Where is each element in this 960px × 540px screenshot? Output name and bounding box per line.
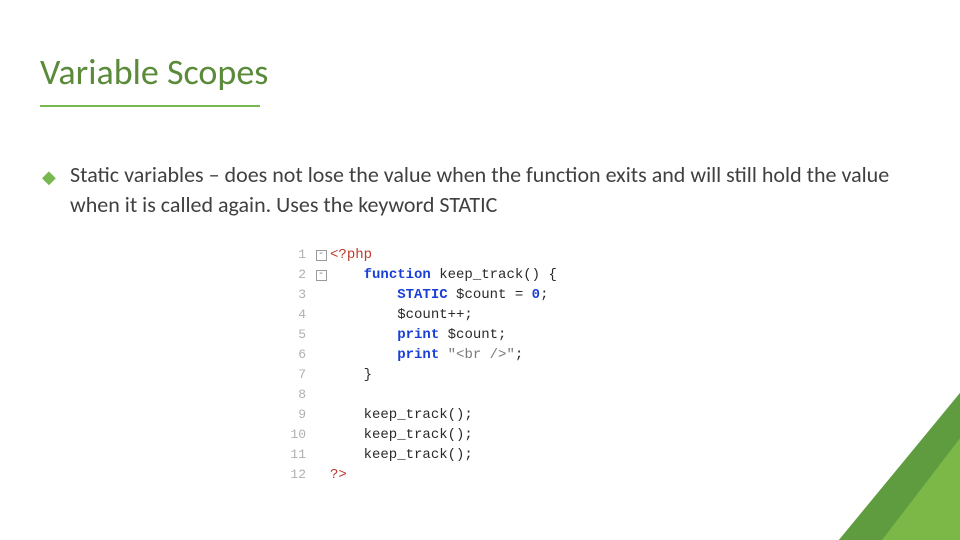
code-text: <?php [330,245,372,265]
slide-title: Variable Scopes [40,50,268,94]
decorative-corner-graphic [660,240,960,540]
line-number: 12 [280,465,312,485]
code-text: function keep_track() { [330,265,557,285]
code-text: STATIC $count = 0; [330,285,548,305]
code-line: 9 keep_track(); [280,405,680,425]
line-number: 4 [280,305,312,325]
code-text: print "<br />"; [330,345,523,365]
code-text: keep_track(); [330,405,473,425]
code-line: 8 [280,385,680,405]
code-text: keep_track(); [330,445,473,465]
line-number: 8 [280,385,312,405]
code-text: } [330,365,372,385]
bullet-arrow-icon: ◆ [42,166,56,188]
line-number: 2 [280,265,312,285]
code-line: 10 keep_track(); [280,425,680,445]
code-line: 5 print $count; [280,325,680,345]
slide: Variable Scopes ◆ Static variables – doe… [0,0,960,540]
line-number: 10 [280,425,312,445]
line-number: 1 [280,245,312,265]
code-line: 3 STATIC $count = 0; [280,285,680,305]
code-line: 1-<?php [280,245,680,265]
line-number: 11 [280,445,312,465]
line-number: 3 [280,285,312,305]
code-line: 12 ?> [280,465,680,485]
fold-gutter: - [312,245,330,265]
fold-gutter: - [312,265,330,285]
line-number: 7 [280,365,312,385]
title-underline [40,105,260,107]
code-text: print $count; [330,325,506,345]
code-text: ?> [330,465,347,485]
code-text: $count++; [330,305,473,325]
code-line: 2- function keep_track() { [280,265,680,285]
fold-minus-icon: - [316,270,327,281]
code-text: keep_track(); [330,425,473,445]
code-block: 1-<?php2- function keep_track() {3 STATI… [280,245,680,485]
code-line: 7 } [280,365,680,385]
fold-minus-icon: - [316,250,327,261]
code-line: 11 keep_track(); [280,445,680,465]
bullet-text: Static variables – does not lose the val… [70,160,920,219]
line-number: 5 [280,325,312,345]
code-line: 6 print "<br />"; [280,345,680,365]
line-number: 9 [280,405,312,425]
line-number: 6 [280,345,312,365]
code-line: 4 $count++; [280,305,680,325]
